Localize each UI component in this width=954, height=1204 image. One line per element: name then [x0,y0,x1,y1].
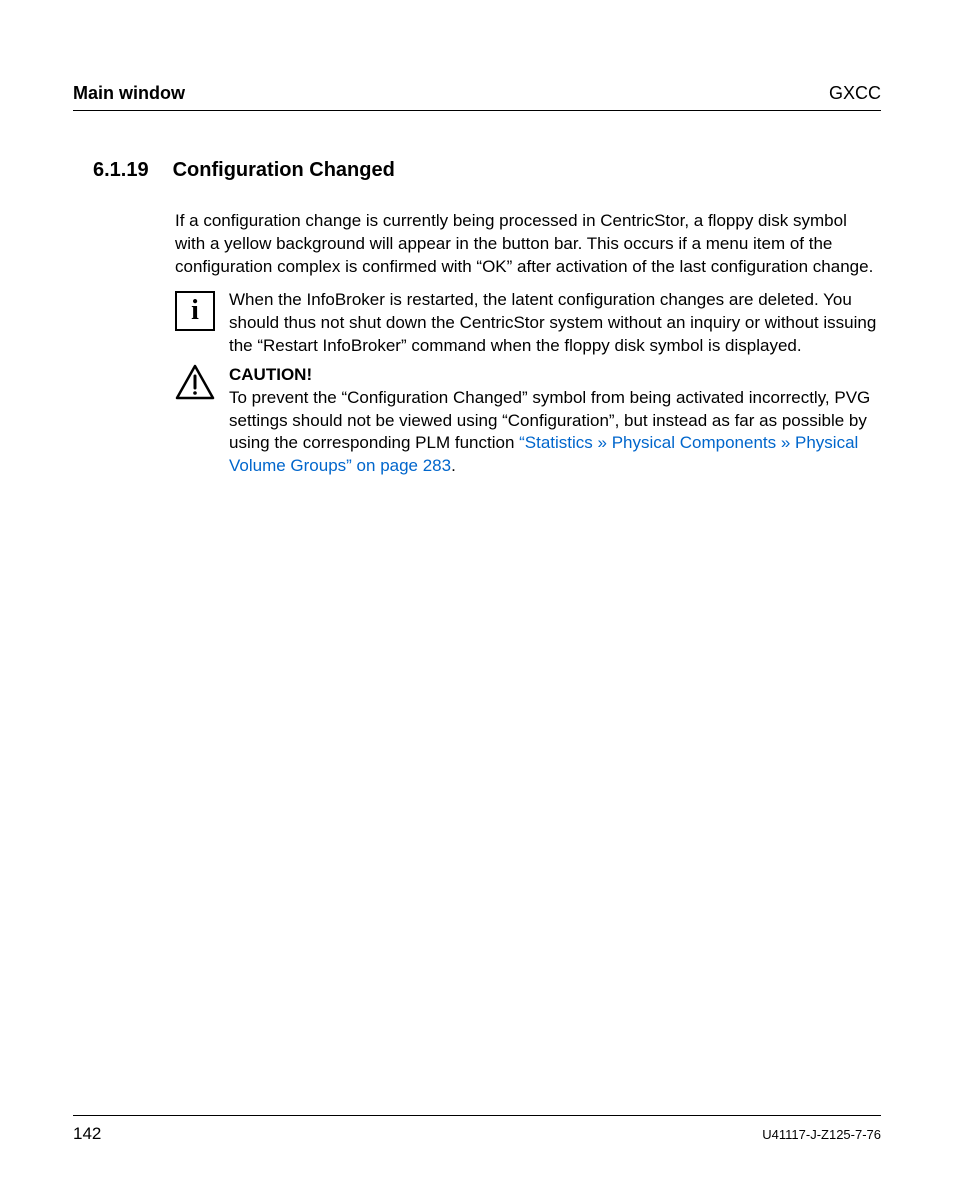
info-block: i When the InfoBroker is restarted, the … [175,289,881,358]
caution-label: CAUTION! [229,364,881,387]
info-icon: i [175,291,215,331]
page-header: Main window GXCC [73,83,881,111]
caution-body-after: . [451,456,456,475]
caution-icon [175,364,215,400]
header-left: Main window [73,83,185,104]
document-id: U41117-J-Z125-7-76 [762,1127,881,1142]
page-number: 142 [73,1124,101,1144]
section-number: 6.1.19 [93,159,149,182]
section-title: Configuration Changed [173,159,395,182]
info-text: When the InfoBroker is restarted, the la… [229,289,881,358]
header-right: GXCC [829,83,881,104]
caution-text: CAUTION! To prevent the “Configuration C… [229,364,881,479]
page-footer: 142 U41117-J-Z125-7-76 [73,1115,881,1144]
section-heading: 6.1.19 Configuration Changed [93,159,881,182]
intro-paragraph: If a configuration change is currently b… [175,210,881,279]
caution-block: CAUTION! To prevent the “Configuration C… [175,364,881,479]
